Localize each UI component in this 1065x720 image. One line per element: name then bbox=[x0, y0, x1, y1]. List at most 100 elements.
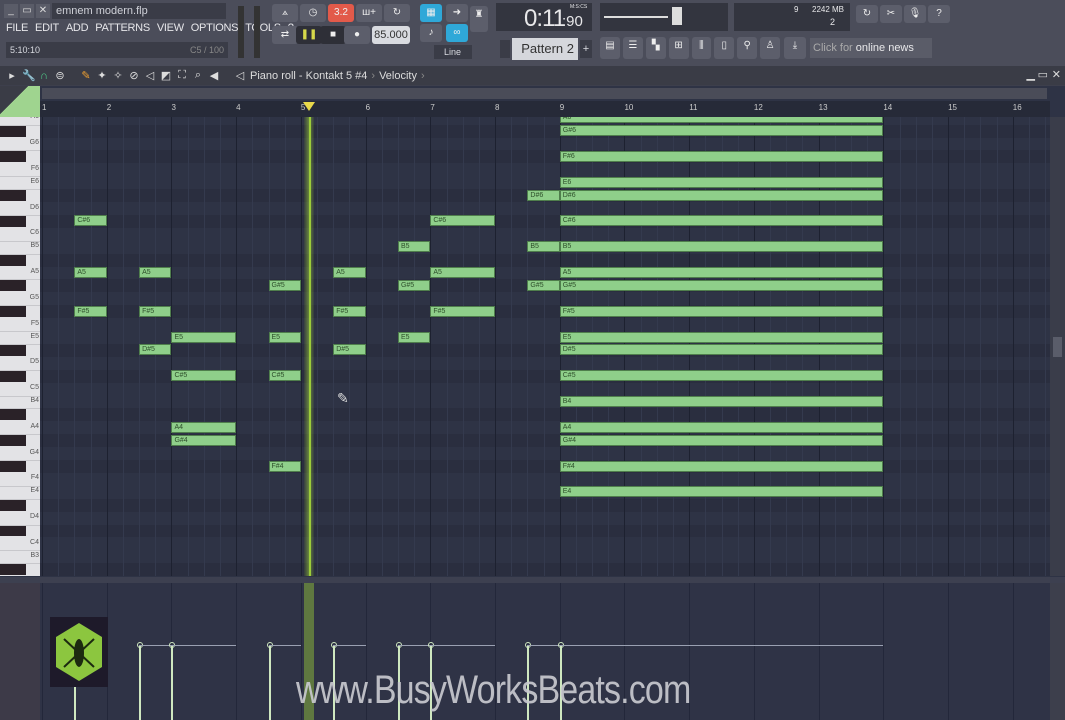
stamp-icon[interactable]: ⊜ bbox=[54, 69, 66, 82]
note[interactable]: E5 bbox=[171, 331, 237, 343]
black-key[interactable] bbox=[0, 370, 26, 382]
playlist-view-icon[interactable]: ▦ bbox=[420, 4, 442, 22]
zoom-icon[interactable]: ⌕ bbox=[192, 69, 204, 82]
playback-icon[interactable]: ◀ bbox=[208, 69, 220, 82]
note[interactable]: C#5 bbox=[171, 370, 237, 382]
speaker-icon[interactable]: ◁ bbox=[234, 69, 246, 82]
beat-button[interactable]: 3.2 bbox=[328, 4, 354, 22]
menu-options[interactable]: OPTIONS bbox=[191, 22, 239, 38]
black-key[interactable] bbox=[0, 435, 26, 447]
note[interactable]: A5 bbox=[430, 267, 496, 278]
mute-icon[interactable]: ⊘ bbox=[128, 69, 140, 82]
horizontal-scrollbar[interactable] bbox=[42, 88, 1047, 99]
arrow-icon[interactable]: ➜ bbox=[446, 4, 468, 22]
pause-button[interactable]: ❚❚ bbox=[296, 26, 322, 44]
playlist-icon[interactable]: ▤ bbox=[600, 37, 620, 59]
note[interactable]: D#5 bbox=[333, 344, 366, 356]
piano-roll-icon[interactable]: ▚ bbox=[645, 37, 666, 59]
note[interactable]: C#5 bbox=[268, 370, 301, 382]
master-pitch-slider[interactable] bbox=[254, 6, 260, 58]
note[interactable]: D#6 bbox=[559, 189, 884, 201]
channel-rack-icon[interactable]: ☰ bbox=[622, 37, 643, 59]
note[interactable]: E5 bbox=[559, 331, 884, 343]
note[interactable]: A5 bbox=[139, 267, 172, 278]
browser-icon[interactable]: ⊞ bbox=[668, 37, 689, 59]
note[interactable]: B5 bbox=[559, 241, 884, 253]
piano-keyboard[interactable]: A6 G6 F6 E6 D6 C6 B5 A5 G5 F5 E5 D5 C5 B4 A4 G4 F4 E4 D4 C4… bbox=[0, 117, 40, 576]
velocity-stem[interactable] bbox=[171, 645, 174, 720]
delete-icon[interactable]: ✧ bbox=[112, 69, 124, 82]
note[interactable]: A5 bbox=[333, 267, 366, 278]
record-button[interactable]: ● bbox=[344, 26, 370, 44]
black-key[interactable] bbox=[0, 151, 26, 163]
vertical-scrollbar[interactable] bbox=[1050, 117, 1065, 576]
black-key[interactable] bbox=[0, 254, 26, 266]
velocity-stem[interactable] bbox=[268, 645, 271, 720]
link-icon[interactable]: ∞ bbox=[446, 24, 468, 42]
wait-input-icon[interactable]: ◷ bbox=[300, 4, 326, 22]
menu-edit[interactable]: EDIT bbox=[35, 22, 59, 38]
black-key[interactable] bbox=[0, 525, 26, 537]
online-news-button[interactable]: Click for online news bbox=[810, 38, 932, 58]
file-icon[interactable]: ▯ bbox=[714, 37, 735, 59]
note-preview-tab[interactable] bbox=[0, 86, 40, 117]
step-edit-icon[interactable]: ш+ bbox=[356, 4, 382, 22]
note[interactable]: F#5 bbox=[139, 305, 172, 317]
black-key[interactable] bbox=[0, 215, 26, 227]
snap-select[interactable]: Line bbox=[434, 45, 472, 59]
note[interactable]: F#5 bbox=[333, 305, 366, 317]
note[interactable]: A6 bbox=[559, 117, 884, 124]
note[interactable]: G#5 bbox=[268, 279, 301, 291]
note[interactable]: G#4 bbox=[171, 434, 237, 446]
stop-button[interactable]: ■ bbox=[320, 26, 346, 44]
select-all-icon[interactable]: ⛶ bbox=[176, 69, 188, 82]
vertical-scroll-thumb[interactable] bbox=[1053, 337, 1062, 357]
wrench-icon[interactable]: 🔧 bbox=[22, 69, 36, 82]
note-grid[interactable]: C#6 A5 F#5 A5 F#5 D#5 E5 C#5 A4 G#4 G#5 E5 C#5 F#4 A5 F… bbox=[40, 117, 1050, 576]
pattern-song-toggle[interactable]: ⇄ bbox=[272, 26, 298, 44]
note[interactable]: E5 bbox=[268, 331, 301, 343]
note[interactable]: C#5 bbox=[559, 370, 884, 382]
note[interactable]: E6 bbox=[559, 176, 884, 188]
note[interactable]: A5 bbox=[74, 267, 107, 278]
download-icon[interactable]: ⤓ bbox=[784, 37, 806, 59]
pattern-add-button[interactable]: + bbox=[580, 40, 592, 58]
tempo-display[interactable]: 85.000 bbox=[372, 26, 410, 44]
slice-icon[interactable]: ◁ bbox=[144, 69, 156, 82]
note[interactable]: F#4 bbox=[268, 460, 301, 472]
note[interactable]: B4 bbox=[559, 396, 884, 407]
note-icon[interactable]: ♪ bbox=[420, 24, 442, 42]
black-key[interactable] bbox=[0, 564, 26, 576]
note[interactable]: G#5 bbox=[527, 279, 560, 291]
pencil-icon[interactable]: ✎ bbox=[80, 69, 92, 82]
velocity-stem[interactable] bbox=[139, 645, 142, 720]
note[interactable]: C#6 bbox=[74, 215, 107, 227]
note[interactable]: A4 bbox=[171, 421, 237, 433]
note[interactable]: D#5 bbox=[139, 344, 172, 356]
note[interactable]: C#6 bbox=[430, 215, 496, 227]
magnet-icon[interactable]: ∩ bbox=[38, 70, 50, 82]
window-maximize-icon[interactable]: ▭ bbox=[1038, 68, 1048, 81]
note[interactable]: F#5 bbox=[559, 305, 884, 317]
target-control[interactable]: Velocity bbox=[379, 70, 417, 82]
master-volume-slider[interactable] bbox=[238, 6, 244, 58]
black-key[interactable] bbox=[0, 344, 26, 356]
note[interactable]: B5 bbox=[397, 241, 431, 253]
metronome-icon[interactable]: ⟑ bbox=[272, 4, 298, 22]
timeline-ruler[interactable]: 1 2 3 4 5 6 7 8 9 10 11 12 13 14 15 16 bbox=[40, 101, 1050, 117]
black-key[interactable] bbox=[0, 280, 26, 292]
window-minimize-icon[interactable]: ▁ bbox=[1027, 68, 1035, 81]
black-key[interactable] bbox=[0, 306, 26, 318]
minimize-button[interactable]: _ bbox=[4, 4, 18, 18]
black-key[interactable] bbox=[0, 499, 26, 511]
plugin-icon[interactable]: ⚲ bbox=[737, 37, 758, 59]
note[interactable]: D#6 bbox=[527, 189, 560, 201]
mic-icon[interactable]: 🎙 bbox=[904, 5, 926, 23]
black-key[interactable] bbox=[0, 461, 26, 472]
loop-record-icon[interactable]: ↻ bbox=[384, 4, 410, 22]
note[interactable]: F#4 bbox=[559, 460, 884, 472]
tutorial-icon[interactable]: ♙ bbox=[760, 37, 780, 59]
undo-icon[interactable]: ↻ bbox=[856, 5, 878, 23]
menu-add[interactable]: ADD bbox=[66, 22, 89, 38]
master-knob-icon[interactable]: ♜ bbox=[470, 6, 488, 32]
